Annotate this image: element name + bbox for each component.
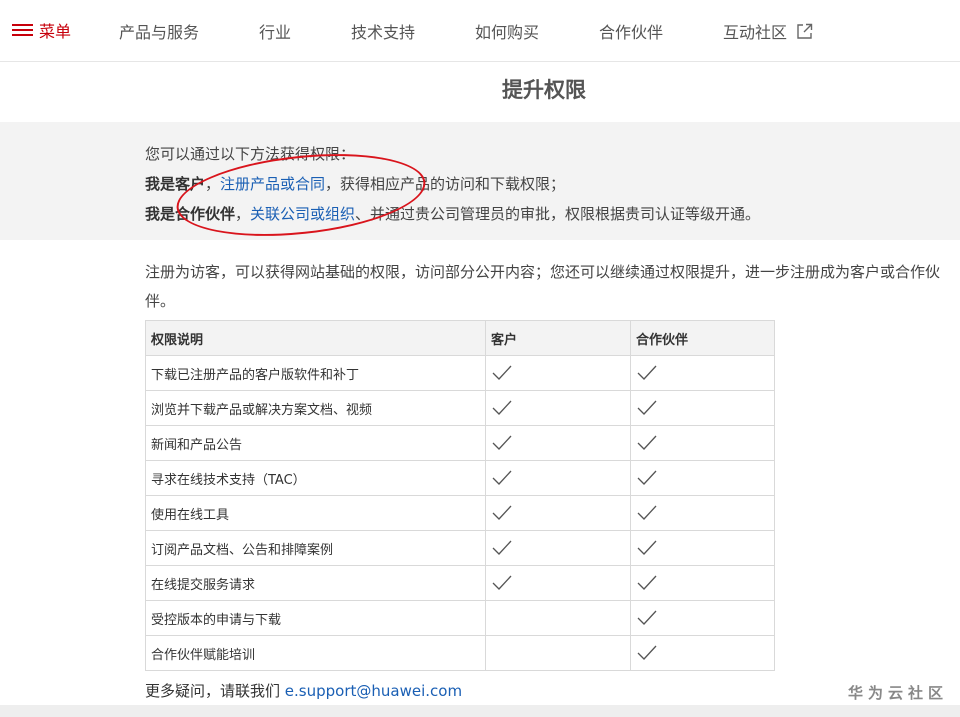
- nav-item-partners[interactable]: 合作伙伴: [599, 19, 663, 43]
- check-icon: [637, 365, 657, 380]
- table-row: 寻求在线技术支持（TAC）: [145, 460, 775, 496]
- nav-item-community-label: 互动社区: [723, 23, 788, 42]
- partner-cell: [630, 390, 775, 426]
- permission-label: 浏览并下载产品或解决方案文档、视频: [145, 390, 486, 426]
- partner-cell: [630, 425, 775, 461]
- check-icon: [637, 540, 657, 555]
- table-header-row: 权限说明 客户 合作伙伴: [145, 320, 775, 356]
- customer-cell: [485, 425, 631, 461]
- contact-text: 更多疑问，请联我们: [145, 682, 281, 700]
- permission-label: 新闻和产品公告: [145, 425, 486, 461]
- customer-cell: [485, 565, 631, 601]
- check-icon: [492, 470, 512, 485]
- top-navigation: 菜单 产品与服务 行业 技术支持 如何购买 合作伙伴 互动社区: [0, 0, 960, 62]
- check-icon: [637, 400, 657, 415]
- customer-cell: [485, 495, 631, 531]
- bottom-bar: [0, 705, 960, 717]
- table-row: 订阅产品文档、公告和排障案例: [145, 530, 775, 566]
- customer-cell: [485, 530, 631, 566]
- permission-table-body: 下载已注册产品的客户版软件和补丁 浏览并下载产品或解决方案文档、视频 新闻和产品公告…: [145, 355, 775, 671]
- nav-item-industry[interactable]: 行业: [259, 19, 291, 43]
- table-row: 受控版本的申请与下载: [145, 600, 775, 636]
- partner-cell: [630, 355, 775, 391]
- permission-label: 合作伙伴赋能培训: [145, 635, 486, 671]
- partner-cell: [630, 530, 775, 566]
- check-icon: [492, 400, 512, 415]
- check-icon: [492, 540, 512, 555]
- table-row: 新闻和产品公告: [145, 425, 775, 461]
- column-header-partner: 合作伙伴: [630, 320, 775, 356]
- table-row: 合作伙伴赋能培训: [145, 635, 775, 671]
- partner-method-text: 、并通过贵公司管理员的审批，权限根据贵司认证等级开通。: [355, 205, 761, 223]
- page-title: 提升权限: [502, 78, 586, 102]
- permission-label: 使用在线工具: [145, 495, 486, 531]
- check-icon: [492, 365, 512, 380]
- nav-item-community[interactable]: 互动社区: [723, 19, 813, 43]
- table-row: 浏览并下载产品或解决方案文档、视频: [145, 390, 775, 426]
- permission-label: 下载已注册产品的客户版软件和补丁: [145, 355, 486, 391]
- watermark: 华为云社区: [847, 684, 948, 702]
- check-icon: [637, 435, 657, 450]
- customer-cell: [485, 390, 631, 426]
- menu-label: 菜单: [39, 22, 72, 41]
- contact-note: 更多疑问，请联我们 e.support@huawei.com: [145, 680, 462, 701]
- nav-item-tech-support[interactable]: 技术支持: [351, 19, 415, 43]
- menu-button[interactable]: 菜单: [12, 18, 71, 42]
- visitor-intro-text: 注册为访客，可以获得网站基础的权限，访问部分公开内容；您还可以继续通过权限提升，…: [145, 263, 941, 310]
- check-icon: [492, 505, 512, 520]
- permission-table: 权限说明 客户 合作伙伴 下载已注册产品的客户版软件和补丁 浏览并下载产品或解决方…: [145, 320, 775, 671]
- check-icon: [637, 610, 657, 625]
- permission-label: 受控版本的申请与下载: [145, 600, 486, 636]
- nav-item-how-to-buy[interactable]: 如何购买: [475, 19, 539, 43]
- check-icon: [492, 575, 512, 590]
- partner-cell: [630, 600, 775, 636]
- nav-item-products-services[interactable]: 产品与服务: [119, 19, 199, 43]
- column-header-customer: 客户: [485, 320, 631, 356]
- permission-label: 在线提交服务请求: [145, 565, 486, 601]
- table-row: 使用在线工具: [145, 495, 775, 531]
- check-icon: [492, 435, 512, 450]
- check-icon: [637, 505, 657, 520]
- partner-cell: [630, 565, 775, 601]
- table-row: 下载已注册产品的客户版软件和补丁: [145, 355, 775, 391]
- permission-label: 订阅产品文档、公告和排障案例: [145, 530, 486, 566]
- permission-methods-panel: 您可以通过以下方法获得权限： 我是客户，注册产品或合同，获得相应产品的访问和下载…: [0, 122, 960, 240]
- customer-cell: [485, 635, 631, 671]
- check-icon: [637, 470, 657, 485]
- customer-cell: [485, 460, 631, 496]
- customer-cell: [485, 355, 631, 391]
- partner-cell: [630, 495, 775, 531]
- partner-cell: [630, 460, 775, 496]
- check-icon: [637, 575, 657, 590]
- hamburger-menu-icon: [12, 22, 33, 38]
- customer-cell: [485, 600, 631, 636]
- partner-cell: [630, 635, 775, 671]
- permission-label: 寻求在线技术支持（TAC）: [145, 460, 486, 496]
- table-row: 在线提交服务请求: [145, 565, 775, 601]
- support-email-link[interactable]: e.support@huawei.com: [285, 682, 462, 700]
- external-link-icon: [797, 23, 813, 39]
- column-header-permission: 权限说明: [145, 320, 486, 356]
- check-icon: [637, 645, 657, 660]
